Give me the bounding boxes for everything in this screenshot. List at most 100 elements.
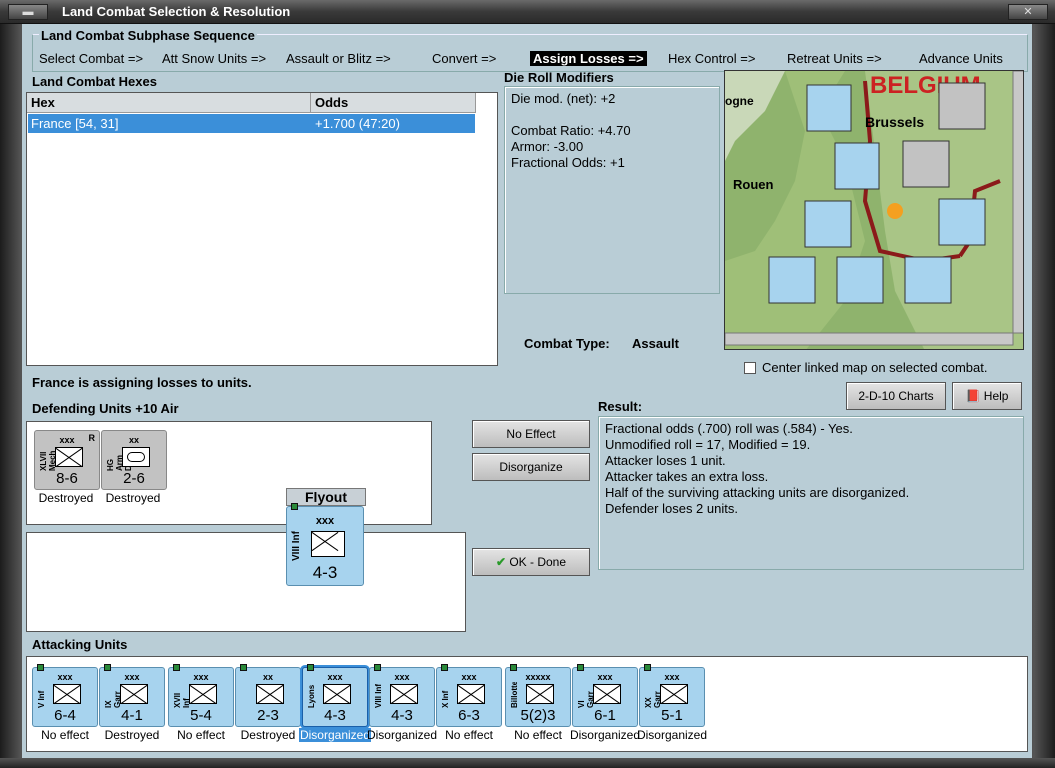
map-label-ogne: ogne bbox=[725, 94, 754, 108]
table-row[interactable]: France [54, 31] +1.700 (47:20) bbox=[28, 114, 475, 133]
seq-step-assault-blitz: Assault or Blitz => bbox=[286, 51, 391, 66]
combat-type-label: Combat Type: bbox=[524, 336, 610, 351]
unit-marker-icon bbox=[510, 664, 517, 671]
unit-strength: 4-3 bbox=[391, 707, 413, 724]
attacking-unit[interactable]: xxx VIII Inf 4-3 bbox=[369, 664, 435, 727]
help-button[interactable]: 📕 Help bbox=[952, 382, 1022, 410]
result-line: Half of the surviving attacking units ar… bbox=[605, 485, 910, 500]
result-line: Defender loses 2 units. bbox=[605, 501, 738, 516]
unit-strength: 4-1 bbox=[121, 707, 143, 724]
seq-step-convert: Convert => bbox=[432, 51, 497, 66]
defending-unit-caption: Destroyed bbox=[38, 491, 94, 505]
status-text: France is assigning losses to units. bbox=[32, 375, 252, 390]
attacking-unit-caption: No effect bbox=[514, 728, 562, 742]
checkmark-icon: ✔ bbox=[495, 555, 506, 569]
result-line: Fractional odds (.700) roll was (.584) -… bbox=[605, 421, 853, 436]
hex-cell: France [54, 31] bbox=[31, 116, 119, 131]
system-menu-button[interactable]: ▬ bbox=[8, 4, 48, 20]
hexes-title: Land Combat Hexes bbox=[32, 74, 157, 89]
attacking-unit[interactable]: xxx X Inf 6-3 bbox=[436, 664, 502, 727]
ok-done-button[interactable]: ✔ OK - Done bbox=[472, 548, 590, 576]
help-book-icon: 📕 bbox=[965, 389, 981, 403]
dialog-body: Land Combat Subphase Sequence Select Com… bbox=[22, 24, 1032, 758]
result-line: Unmodified roll = 17, Modified = 19. bbox=[605, 437, 811, 452]
attacking-unit[interactable]: xxx XX Garr 5-1 bbox=[639, 664, 705, 727]
infantry-symbol-icon bbox=[593, 684, 621, 704]
modifier-combat-ratio: Combat Ratio: +4.70 bbox=[511, 123, 631, 138]
unit-strength: 8-6 bbox=[56, 470, 78, 487]
attacking-title: Attacking Units bbox=[32, 637, 128, 652]
center-map-checkbox[interactable] bbox=[744, 362, 756, 374]
attacking-unit[interactable]: xxx V Inf 6-4 bbox=[32, 664, 98, 727]
ok-done-label: OK - Done bbox=[509, 555, 567, 569]
seq-step-advance-units: Advance Units bbox=[919, 51, 1003, 66]
unit-strength: 5-1 bbox=[661, 707, 683, 724]
map-label-brussels: Brussels bbox=[865, 114, 924, 130]
attacking-unit[interactable]: xx 2-3 bbox=[235, 664, 301, 727]
hex-column-header[interactable]: Hex bbox=[27, 93, 311, 113]
infantry-symbol-icon bbox=[311, 531, 345, 557]
modifiers-box: Die mod. (net): +2 Combat Ratio: +4.70 A… bbox=[504, 86, 720, 294]
infantry-symbol-icon bbox=[55, 447, 83, 467]
unit-marker-icon bbox=[441, 664, 448, 671]
attacking-unit-caption: No effect bbox=[41, 728, 89, 742]
attacking-unit[interactable]: xxx XVII Inf 5-4 bbox=[168, 664, 234, 727]
reserve-flag: R bbox=[88, 433, 96, 443]
help-label: Help bbox=[983, 389, 1009, 403]
unit-size: xx bbox=[262, 672, 273, 682]
attacking-unit-caption: Destroyed bbox=[240, 728, 296, 742]
seq-step-select-combat: Select Combat => bbox=[39, 51, 144, 66]
result-box: Fractional odds (.700) roll was (.584) -… bbox=[598, 416, 1024, 570]
modifier-armor: Armor: -3.00 bbox=[511, 139, 584, 154]
result-line: Attacker loses 1 unit. bbox=[605, 453, 726, 468]
infantry-symbol-icon bbox=[390, 684, 418, 704]
seq-step-hex-control: Hex Control => bbox=[668, 51, 756, 66]
attacking-unit-caption: Disorganized bbox=[299, 728, 371, 742]
disorganize-button[interactable]: Disorganize bbox=[472, 453, 590, 481]
unit-name: VIII Inf bbox=[291, 531, 302, 561]
flyout-unit-viii-inf[interactable]: xxx VIII Inf 4-3 bbox=[286, 503, 364, 586]
seq-step-assign-losses: Assign Losses => bbox=[530, 51, 647, 66]
attacking-unit[interactable]: xxx VI Garr 6-1 bbox=[572, 664, 638, 727]
attacking-unit[interactable]: xxx IX Garr 4-1 bbox=[99, 664, 165, 727]
close-button[interactable]: ✕ bbox=[1008, 4, 1048, 20]
armor-symbol-icon bbox=[122, 447, 150, 467]
unit-marker-icon bbox=[173, 664, 180, 671]
unit-strength: 6-1 bbox=[594, 707, 616, 724]
charts-button[interactable]: 2-D-10 Charts bbox=[846, 382, 946, 410]
combat-type-value: Assault bbox=[632, 336, 679, 351]
unit-strength: 4-3 bbox=[312, 563, 338, 582]
unit-name: V Inf bbox=[37, 690, 46, 708]
unit-name: Billotte bbox=[510, 682, 519, 708]
flyout-title: Flyout bbox=[286, 488, 366, 506]
unit-size: xxx bbox=[597, 672, 613, 682]
unit-size: xxx bbox=[57, 672, 73, 682]
unit-size: xxx bbox=[327, 672, 343, 682]
unit-strength: 6-4 bbox=[54, 707, 76, 724]
hexes-list[interactable]: Hex Odds France [54, 31] +1.700 (47:20) bbox=[26, 92, 498, 366]
no-effect-button[interactable]: No Effect bbox=[472, 420, 590, 448]
infantry-symbol-icon bbox=[660, 684, 688, 704]
sequence-legend: Land Combat Subphase Sequence bbox=[39, 28, 257, 43]
unit-size: xxx bbox=[394, 672, 410, 682]
defending-unit-xlvii-mech[interactable]: xxx R XLVII Mech 8-6 bbox=[34, 430, 100, 490]
infantry-symbol-icon bbox=[457, 684, 485, 704]
unit-size: xxx bbox=[461, 672, 477, 682]
modifiers-title: Die Roll Modifiers bbox=[504, 70, 614, 85]
unit-marker-icon bbox=[644, 664, 651, 671]
attacking-unit-caption: No effect bbox=[445, 728, 493, 742]
unit-name: Lyons bbox=[307, 684, 316, 708]
defending-unit-hg-arm-div[interactable]: xx HG Arm Div 2-6 bbox=[101, 430, 167, 490]
attacking-unit-caption: Disorganized bbox=[636, 728, 708, 742]
title-bar[interactable]: ▬ Land Combat Selection & Resolution ✕ bbox=[0, 0, 1055, 24]
subphase-sequence: Land Combat Subphase Sequence Select Com… bbox=[32, 28, 1028, 72]
unit-strength: 2-6 bbox=[123, 470, 145, 487]
defending-title: Defending Units +10 Air bbox=[32, 401, 179, 416]
odds-cell: +1.700 (47:20) bbox=[315, 116, 400, 131]
attacking-unit[interactable]: xxx Lyons 4-3 bbox=[302, 664, 368, 727]
linked-map[interactable]: BELGIUM Brussels Rouen ogne bbox=[724, 70, 1024, 350]
infantry-symbol-icon bbox=[323, 684, 351, 704]
attacking-unit[interactable]: xxxxx Billotte 5(2)3 bbox=[505, 664, 571, 727]
odds-column-header[interactable]: Odds bbox=[311, 93, 476, 113]
seq-step-att-snow: Att Snow Units => bbox=[162, 51, 267, 66]
